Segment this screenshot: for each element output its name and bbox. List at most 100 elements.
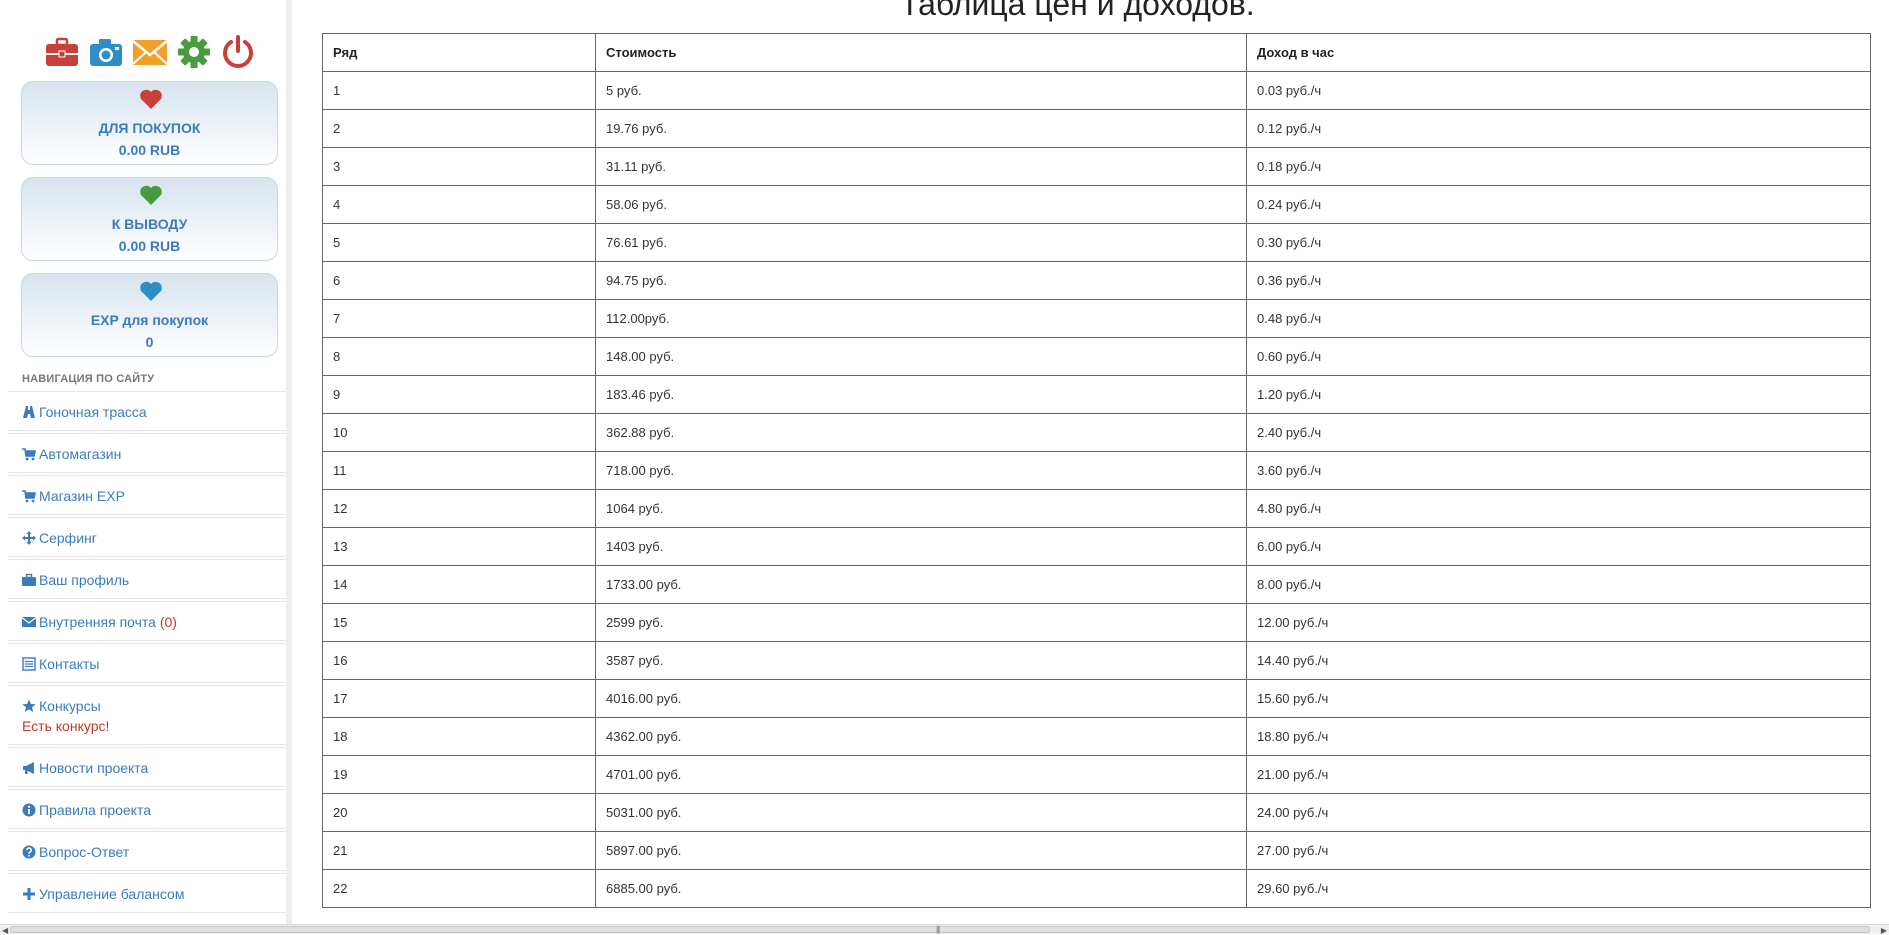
table-row: 2 19.76 руб. 0.12 руб./ч <box>322 109 1871 148</box>
cell-cost: 31.11 руб. <box>595 147 1247 186</box>
cell-cost: 5031.00 руб. <box>595 793 1247 832</box>
table-row: 16 3587 руб. 14.40 руб./ч <box>322 641 1871 680</box>
nav-heading: НАВИГАЦИЯ ПО САЙТУ <box>22 373 155 385</box>
table-row: 15 2599 руб. 12.00 руб./ч <box>322 603 1871 642</box>
cell-cost: 2599 руб. <box>595 603 1247 642</box>
table-row: 7 112.00руб. 0.48 руб./ч <box>322 299 1871 338</box>
cell-cost: 4362.00 руб. <box>595 717 1247 756</box>
price-income-table: Ряд Стоимость Доход в час 15 руб. 0.03 ру… <box>322 33 1871 908</box>
nav-item-contacts[interactable]: Контакты <box>8 643 286 683</box>
cell-cost: 94.75 руб. <box>595 261 1247 300</box>
table-row: 20 5031.00 руб. 24.00 руб./ч <box>322 793 1871 832</box>
gear-icon[interactable] <box>176 34 212 70</box>
cell-cost: 3587 руб. <box>595 641 1247 680</box>
nav-item-news[interactable]: Новости проекта <box>8 747 286 787</box>
page-title: Таблица цен и доходов. <box>900 0 1255 22</box>
table-row: 18 4362.00 руб. 18.80 руб./ч <box>322 717 1871 756</box>
balance-value: 0.00 RUB <box>118 142 181 158</box>
cell-row-number: 12 <box>322 489 596 528</box>
nav-item-exp-shop[interactable]: Магазин EXP <box>8 475 286 515</box>
balance-card-withdraw: К ВЫВОДУ 0.00 RUB <box>21 177 278 261</box>
power-icon[interactable] <box>220 34 256 70</box>
balance-value: 0.00 RUB <box>118 238 181 254</box>
balance-label: ДЛЯ ПОКУПОК <box>98 120 201 136</box>
table-row: 15 руб. 0.03 руб./ч <box>322 71 1871 110</box>
table-row: 11 718.00 руб. 3.60 руб./ч <box>322 451 1871 490</box>
balance-card-purchases: ДЛЯ ПОКУПОК 0.00 RUB <box>21 81 278 165</box>
cart-icon <box>22 490 36 503</box>
cell-income-per-hour: 0.48 руб./ч <box>1246 299 1871 338</box>
cell-cost: 1733.00 руб. <box>595 565 1247 604</box>
envelope-icon[interactable] <box>132 34 168 70</box>
table-row: 19 4701.00 руб. 21.00 руб./ч <box>322 755 1871 794</box>
cell-income-per-hour: 21.00 руб./ч <box>1246 755 1871 794</box>
unread-count: (0) <box>159 614 177 630</box>
column-header-cost: Стоимость <box>595 33 1247 72</box>
cell-row-number: 18 <box>322 717 596 756</box>
camera-icon[interactable] <box>88 34 124 70</box>
cell-row-number: 2 <box>322 109 596 148</box>
grip-icon: ||| <box>936 925 940 934</box>
nav-label: Новости проекта <box>39 760 149 776</box>
nav-item-car-shop[interactable]: Автомагазин <box>8 433 286 473</box>
horizontal-scrollbar[interactable]: ◀ ||| ▶ <box>0 924 1889 935</box>
cell-cost: 19.76 руб. <box>595 109 1247 148</box>
road-icon <box>23 406 35 418</box>
cell-income-per-hour: 3.60 руб./ч <box>1246 451 1871 490</box>
table-row: 5 76.61 руб. 0.30 руб./ч <box>322 223 1871 262</box>
cell-row-number: 16 <box>322 641 596 680</box>
nav-item-profile[interactable]: Ваш профиль <box>8 559 286 599</box>
table-row: 8 148.00 руб. 0.60 руб./ч <box>322 337 1871 376</box>
cell-row-number: 19 <box>322 755 596 794</box>
cell-income-per-hour: 27.00 руб./ч <box>1246 831 1871 870</box>
envelope-icon <box>22 617 36 627</box>
cell-income-per-hour: 18.80 руб./ч <box>1246 717 1871 756</box>
cell-cost: 4701.00 руб. <box>595 755 1247 794</box>
table-row: 22 6885.00 руб. 29.60 руб./ч <box>322 869 1871 908</box>
cell-row-number: 1 <box>322 71 596 110</box>
table-row: 17 4016.00 руб. 15.60 руб./ч <box>322 679 1871 718</box>
cell-cost: 1403 руб. <box>595 527 1247 566</box>
nav-item-internal-mail[interactable]: Внутренняя почта (0) <box>8 601 286 641</box>
cell-row-number: 17 <box>322 679 596 718</box>
scrollbar-thumb[interactable]: ||| <box>10 925 1870 934</box>
nav-item-rules[interactable]: Правила проекта <box>8 789 286 829</box>
heart-icon <box>140 185 162 205</box>
cell-row-number: 8 <box>322 337 596 376</box>
cell-row-number: 15 <box>322 603 596 642</box>
nav-item-race-track[interactable]: Гоночная трасса <box>8 391 286 431</box>
cell-cost: 58.06 руб. <box>595 185 1247 224</box>
balance-value: 0 <box>145 334 154 350</box>
cell-cost: 4016.00 руб. <box>595 679 1247 718</box>
nav-item-balance-management[interactable]: Управление балансом <box>8 873 286 913</box>
star-icon <box>22 699 36 712</box>
cell-row-number: 5 <box>322 223 596 262</box>
cell-cost: 1064 руб. <box>595 489 1247 528</box>
cell-income-per-hour: 8.00 руб./ч <box>1246 565 1871 604</box>
table-header-row: Ряд Стоимость Доход в час <box>322 33 1871 72</box>
cell-row-number: 7 <box>322 299 596 338</box>
nav-item-contests[interactable]: Конкурсы Есть конкурс! <box>8 685 286 745</box>
cell-cost: 718.00 руб. <box>595 451 1247 490</box>
cell-income-per-hour: 4.80 руб./ч <box>1246 489 1871 528</box>
cell-income-per-hour: 0.18 руб./ч <box>1246 147 1871 186</box>
nav-item-surfing[interactable]: Серфинг <box>8 517 286 557</box>
nav-item-faq[interactable]: Вопрос-Ответ <box>8 831 286 871</box>
cell-income-per-hour: 6.00 руб./ч <box>1246 527 1871 566</box>
cell-row-number: 6 <box>322 261 596 300</box>
briefcase-icon[interactable] <box>44 34 80 70</box>
table-row: 13 1403 руб. 6.00 руб./ч <box>322 527 1871 566</box>
column-header-row-number: Ряд <box>322 33 596 72</box>
cell-income-per-hour: 12.00 руб./ч <box>1246 603 1871 642</box>
table-row: 12 1064 руб. 4.80 руб./ч <box>322 489 1871 528</box>
cell-cost: 6885.00 руб. <box>595 869 1247 908</box>
cell-row-number: 14 <box>322 565 596 604</box>
nav-label: Автомагазин <box>39 446 122 462</box>
cell-cost: 5 руб. <box>595 71 1247 110</box>
cell-income-per-hour: 1.20 руб./ч <box>1246 375 1871 414</box>
cell-row-number: 22 <box>322 869 596 908</box>
table-row: 4 58.06 руб. 0.24 руб./ч <box>322 185 1871 224</box>
cell-row-number: 4 <box>322 185 596 224</box>
cell-row-number: 20 <box>322 793 596 832</box>
cell-income-per-hour: 14.40 руб./ч <box>1246 641 1871 680</box>
